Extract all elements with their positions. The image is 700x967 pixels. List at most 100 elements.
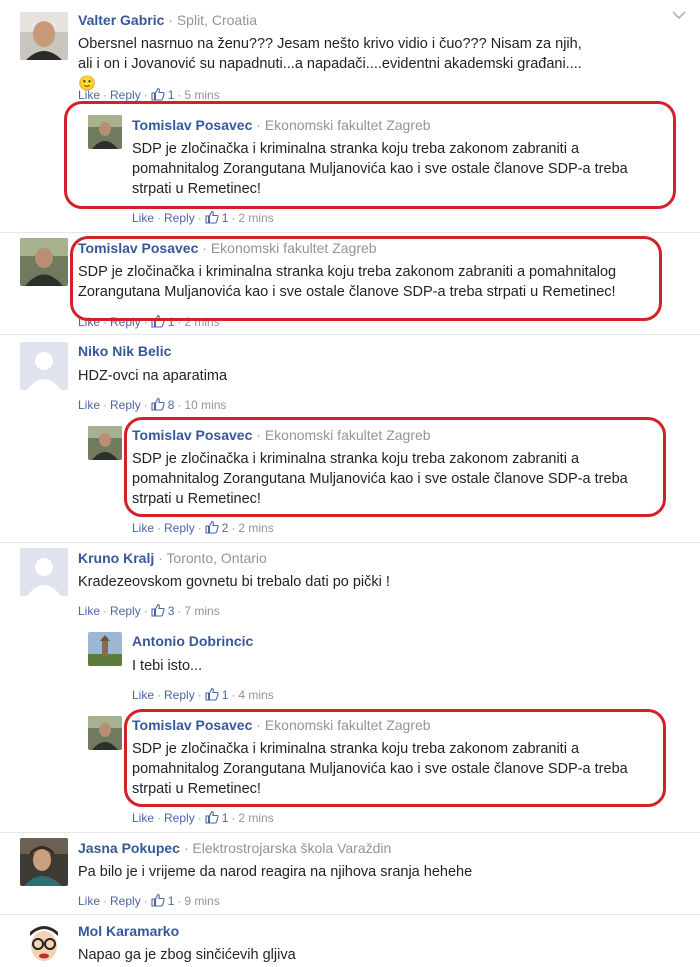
commenter-meta: · Ekonomski fakultet Zagreb [256,427,431,443]
commenter-name[interactable]: Tomislav Posavec [132,427,252,443]
comment-text: SDP je zločinačka i kriminalna stranka k… [132,451,628,507]
commenter-name[interactable]: Tomislav Posavec [132,717,252,733]
commenter-name[interactable]: Valter Gabric [78,12,164,28]
like-link[interactable]: Like [132,521,154,535]
like-count-thumb-icon [205,810,219,824]
like-count[interactable]: 1 [168,315,175,329]
like-count-thumb-icon [205,687,219,701]
like-count-thumb-icon [151,314,165,328]
avatar[interactable] [20,838,68,886]
like-link[interactable]: Like [78,604,100,618]
timestamp[interactable]: 2 mins [238,211,273,225]
comment-text: HDZ-ovci na aparatima [78,368,228,384]
comment-text: SDP je zločinačka i kriminalna stranka k… [78,264,617,300]
timestamp[interactable]: 4 mins [238,688,273,702]
separator: · [231,811,236,825]
like-count[interactable]: 1 [222,688,229,702]
like-count[interactable]: 3 [168,604,175,618]
separator: · [157,811,162,825]
separator: · [177,604,182,618]
divider [0,334,700,335]
reply-link[interactable]: Reply [110,315,141,329]
commenter-name[interactable]: Kruno Kralj [78,550,154,566]
commenter-name[interactable]: Jasna Pokupec [78,840,180,856]
timestamp[interactable]: 2 mins [184,315,219,329]
like-count[interactable]: 1 [168,894,175,908]
avatar[interactable] [20,548,68,596]
reply-link[interactable]: Reply [110,88,141,102]
avatar[interactable] [88,716,122,750]
separator: · [231,521,236,535]
commenter-meta: · Ekonomski fakultet Zagreb [256,717,431,733]
commenter-meta: · Split, Croatia [168,12,257,28]
like-link[interactable]: Like [78,398,100,412]
commenter-name[interactable]: Tomislav Posavec [132,117,252,133]
separator: · [103,398,108,412]
separator: · [197,688,202,702]
like-link[interactable]: Like [78,88,100,102]
like-count[interactable]: 1 [222,811,229,825]
reply-link[interactable]: Reply [164,521,195,535]
like-link[interactable]: Like [132,211,154,225]
separator: · [197,211,202,225]
like-link[interactable]: Like [78,315,100,329]
commenter-meta: · Toronto, Ontario [158,550,267,566]
divider [0,832,700,833]
like-count-thumb-icon [151,397,165,411]
separator: · [103,88,108,102]
comment-text: Kradezeovskom govnetu bi trebalo dati po… [78,574,390,590]
avatar[interactable] [88,632,122,666]
reply-link[interactable]: Reply [164,688,195,702]
reply-link[interactable]: Reply [164,211,195,225]
comment-text: I tebi isto... [132,658,203,674]
commenter-name[interactable]: Tomislav Posavec [78,240,198,256]
reply-link[interactable]: Reply [164,811,195,825]
comment-text: SDP je zločinačka i kriminalna stranka k… [132,741,628,797]
commenter-name[interactable]: Mol Karamarko [78,923,179,939]
timestamp[interactable]: 5 mins [184,88,219,102]
commenter-name[interactable]: Antonio Dobrincic [132,633,253,649]
timestamp[interactable]: 2 mins [238,811,273,825]
avatar[interactable] [88,115,122,149]
timestamp[interactable]: 9 mins [184,894,219,908]
like-count[interactable]: 1 [168,88,175,102]
separator: · [143,315,148,329]
separator: · [177,315,182,329]
like-count-thumb-icon [151,603,165,617]
timestamp[interactable]: 7 mins [184,604,219,618]
like-count[interactable]: 2 [222,521,229,535]
avatar[interactable] [88,426,122,460]
like-link[interactable]: Like [132,811,154,825]
separator: · [143,398,148,412]
separator: · [177,894,182,908]
avatar[interactable] [20,342,68,390]
like-count-thumb-icon [151,893,165,907]
separator: · [177,398,182,412]
like-link[interactable]: Like [132,688,154,702]
separator: · [157,688,162,702]
commenter-meta: · Elektrostrojarska škola Varaždin [183,840,392,856]
commenter-meta: · Ekonomski fakultet Zagreb [202,240,377,256]
like-count[interactable]: 8 [168,398,175,412]
avatar[interactable] [20,238,68,286]
divider [0,542,700,543]
like-count-thumb-icon [205,210,219,224]
avatar[interactable] [20,12,68,60]
separator: · [157,211,162,225]
comment-options-chevron-icon[interactable] [672,10,686,20]
timestamp[interactable]: 2 mins [238,521,273,535]
commenter-name[interactable]: Niko Nik Belic [78,343,171,359]
reply-link[interactable]: Reply [110,894,141,908]
reply-link[interactable]: Reply [110,398,141,412]
comment-text: Napao ga je zbog sinčićevih gljiva [78,947,296,963]
divider [0,914,700,915]
separator: · [143,604,148,618]
separator: · [103,604,108,618]
reply-link[interactable]: Reply [110,604,141,618]
separator: · [103,894,108,908]
timestamp[interactable]: 10 mins [184,398,226,412]
like-count[interactable]: 1 [222,211,229,225]
like-link[interactable]: Like [78,894,100,908]
comment-text: SDP je zločinačka i kriminalna stranka k… [132,141,628,197]
avatar[interactable] [20,920,68,967]
